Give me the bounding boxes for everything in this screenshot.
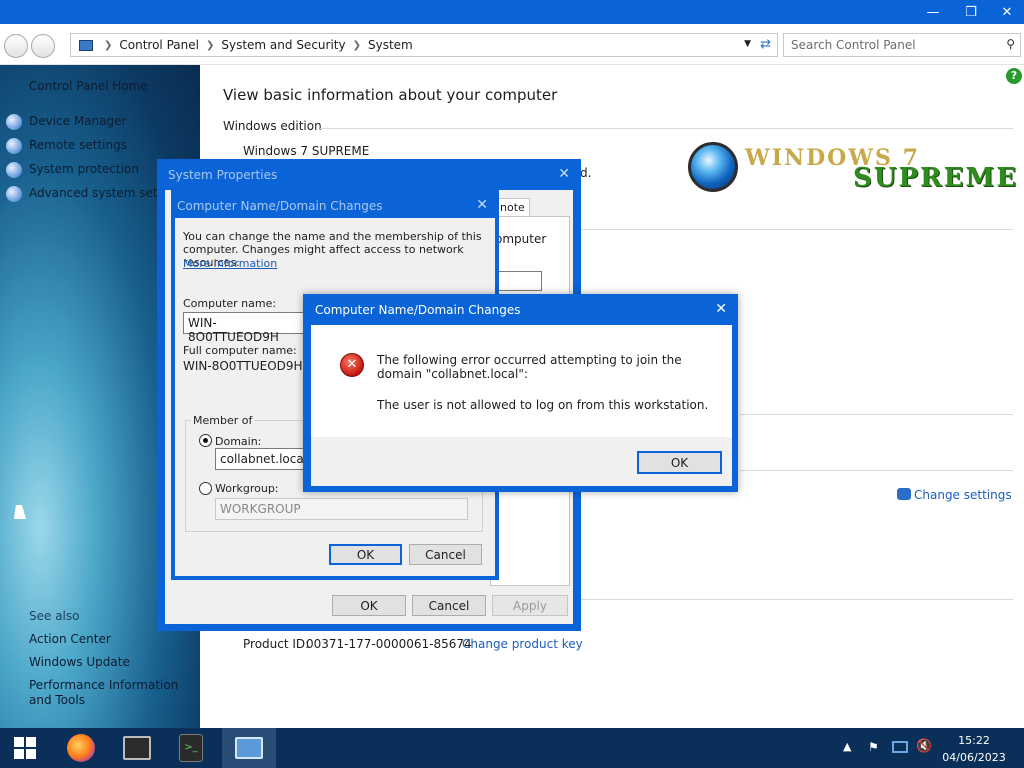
chevron-up-icon[interactable]: ▲ bbox=[843, 740, 851, 753]
error-detail: The user is not allowed to log on from t… bbox=[377, 398, 709, 412]
error-dialog: Computer Name/Domain Changes ✕ ✕ The fol… bbox=[303, 294, 738, 492]
see-also-performance[interactable]: Performance Information and Tools bbox=[29, 678, 194, 708]
close-icon[interactable]: ✕ bbox=[558, 166, 570, 182]
member-of-label: Member of bbox=[191, 414, 255, 427]
close-icon[interactable]: ✕ bbox=[715, 301, 727, 317]
breadcrumb-system-security[interactable]: System and Security bbox=[221, 38, 345, 52]
chevron-right-icon: ❯ bbox=[104, 39, 113, 51]
sidebar-home-link[interactable]: Control Panel Home bbox=[29, 79, 148, 93]
shield-icon bbox=[6, 186, 22, 202]
domain-radio[interactable] bbox=[199, 434, 212, 447]
clock-date[interactable]: 04/06/2023 bbox=[940, 751, 1008, 764]
flag-icon[interactable]: ⚑ bbox=[868, 740, 879, 754]
workgroup-field[interactable]: WORKGROUP bbox=[215, 498, 468, 520]
logo-text-supreme: SUPREME bbox=[853, 163, 1019, 193]
speaker-muted-icon[interactable]: 🔇 bbox=[916, 739, 932, 754]
windows-icon bbox=[14, 737, 36, 759]
breadcrumb-control-panel[interactable]: Control Panel bbox=[119, 38, 199, 52]
start-button[interactable] bbox=[4, 728, 46, 768]
mouse-cursor bbox=[14, 505, 28, 519]
dialog-title: Computer Name/Domain Changes bbox=[315, 303, 521, 317]
domain-field[interactable]: collabnet.local bbox=[215, 448, 307, 470]
clock-time[interactable]: 15:22 bbox=[954, 734, 994, 747]
divider bbox=[320, 128, 1013, 129]
search-icon[interactable]: ⚲ bbox=[1006, 37, 1015, 51]
edition-value: Windows 7 SUPREME bbox=[243, 144, 370, 158]
more-information-link[interactable]: More information bbox=[183, 257, 277, 270]
file-manager-icon[interactable] bbox=[116, 728, 158, 768]
divider bbox=[580, 229, 1013, 230]
shield-icon bbox=[6, 138, 22, 154]
firefox-icon[interactable] bbox=[60, 728, 102, 768]
product-id-value: 00371-177-0000061-85674 bbox=[306, 637, 472, 651]
close-icon[interactable]: ✕ bbox=[990, 0, 1024, 24]
terminal-icon[interactable]: >_ bbox=[170, 728, 212, 768]
shield-icon bbox=[6, 162, 22, 178]
error-message: The following error occurred attempting … bbox=[377, 353, 682, 381]
refresh-icon[interactable]: ⇄ bbox=[760, 37, 771, 52]
product-id-label: Product ID: bbox=[243, 637, 310, 651]
address-bar[interactable]: ❯ Control Panel ❯ System and Security ❯ … bbox=[70, 33, 778, 57]
ok-button[interactable]: OK bbox=[332, 595, 406, 616]
search-input[interactable]: Search Control Panel ⚲ bbox=[783, 33, 1021, 57]
apply-button[interactable]: Apply bbox=[492, 595, 568, 616]
see-also-windows-update[interactable]: Windows Update bbox=[29, 655, 130, 669]
change-button-partial[interactable] bbox=[497, 271, 542, 291]
restore-icon[interactable]: ❐ bbox=[954, 0, 988, 24]
see-also-heading: See also bbox=[29, 609, 80, 623]
computer-icon bbox=[79, 39, 93, 51]
close-icon[interactable]: ✕ bbox=[476, 197, 488, 213]
help-icon[interactable]: ? bbox=[1006, 68, 1022, 84]
dialog-body: ✕ The following error occurred attemptin… bbox=[311, 325, 732, 486]
change-settings-link[interactable]: Change settings bbox=[914, 488, 1012, 502]
minimize-icon[interactable]: — bbox=[916, 0, 950, 24]
back-button[interactable] bbox=[4, 34, 28, 58]
dialog-title: Computer Name/Domain Changes bbox=[177, 199, 383, 213]
partial-text: omputer bbox=[495, 232, 547, 246]
see-also-action-center[interactable]: Action Center bbox=[29, 632, 111, 646]
shield-icon bbox=[6, 114, 22, 130]
dialog-title: System Properties bbox=[168, 168, 278, 182]
cancel-button[interactable]: Cancel bbox=[409, 544, 482, 565]
workgroup-radio[interactable] bbox=[199, 482, 212, 495]
breadcrumb-system[interactable]: System bbox=[368, 38, 413, 52]
sidebar-item-system-protection[interactable]: System protection bbox=[29, 162, 139, 176]
full-name-label: Full computer name: bbox=[183, 344, 297, 357]
change-product-key-link[interactable]: Change product key bbox=[462, 637, 583, 651]
network-icon[interactable] bbox=[892, 741, 908, 753]
divider bbox=[740, 414, 1013, 415]
system-icon bbox=[235, 737, 263, 759]
tab-remote[interactable]: note bbox=[496, 198, 530, 216]
full-name-value: WIN-8O0TTUEOD9H bbox=[183, 359, 303, 373]
forward-button[interactable] bbox=[31, 34, 55, 58]
control-panel-taskbar-button[interactable] bbox=[222, 728, 276, 768]
partial-text: d. bbox=[580, 166, 592, 180]
windows-logo-globe bbox=[688, 142, 738, 192]
computer-name-field[interactable]: WIN-8O0TTUEOD9H bbox=[183, 312, 308, 344]
workgroup-label: Workgroup: bbox=[215, 482, 279, 495]
ok-button[interactable]: OK bbox=[329, 544, 402, 565]
chevron-right-icon: ❯ bbox=[352, 39, 361, 51]
cancel-button[interactable]: Cancel bbox=[412, 595, 486, 616]
computer-name-label: Computer name: bbox=[183, 297, 277, 310]
change-settings-icon bbox=[897, 488, 911, 500]
sidebar-item-remote-settings[interactable]: Remote settings bbox=[29, 138, 127, 152]
sidebar-item-device-manager[interactable]: Device Manager bbox=[29, 114, 126, 128]
domain-label: Domain: bbox=[215, 435, 262, 448]
edition-header: Windows edition bbox=[223, 119, 322, 133]
ok-button[interactable]: OK bbox=[637, 451, 722, 474]
divider bbox=[740, 470, 1013, 471]
page-title: View basic information about your comput… bbox=[223, 86, 558, 104]
window-title-bar: — ❐ ✕ bbox=[0, 0, 1024, 24]
error-icon: ✕ bbox=[340, 353, 364, 377]
address-toolbar: ❯ Control Panel ❯ System and Security ❯ … bbox=[0, 24, 1024, 65]
chevron-right-icon: ❯ bbox=[205, 39, 215, 51]
divider bbox=[580, 599, 1013, 600]
dropdown-icon[interactable]: ▼ bbox=[744, 39, 751, 49]
